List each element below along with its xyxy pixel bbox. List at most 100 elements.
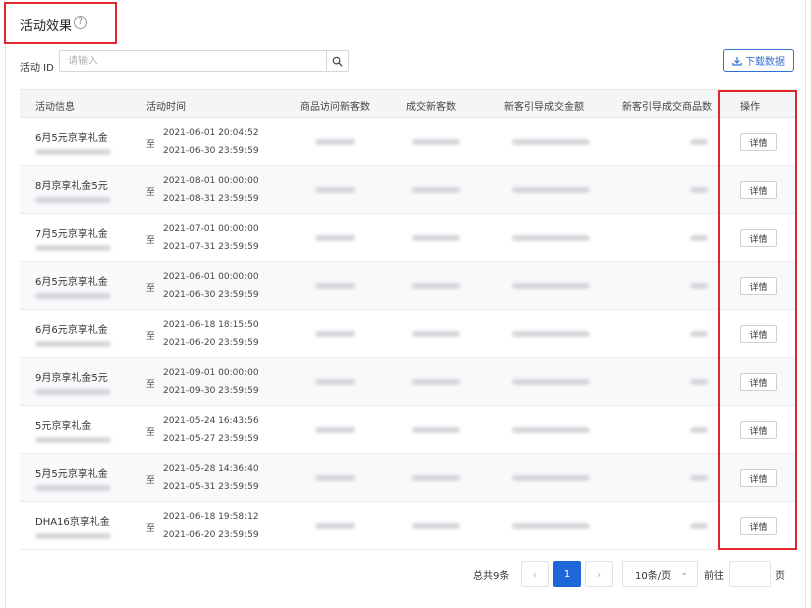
- help-icon[interactable]: ?: [74, 16, 87, 29]
- page-size-select[interactable]: 10条/页 ⌄: [622, 561, 698, 587]
- activity-name: 5月5元京享礼金: [35, 469, 108, 480]
- metric-redacted-1: [315, 283, 355, 289]
- activity-name: 6月6元京享礼金: [35, 325, 108, 336]
- activity-name: 7月5元京享礼金: [35, 229, 108, 240]
- activity-end-time: 2021-05-27 23:59:59: [163, 434, 259, 444]
- metric-redacted-3: [512, 523, 590, 529]
- metric-redacted-1: [315, 235, 355, 241]
- range-separator: 至: [146, 332, 156, 342]
- activity-id-redacted: [35, 293, 111, 299]
- activity-end-time: 2021-06-20 23:59:59: [163, 338, 259, 348]
- activity-id-redacted: [35, 485, 111, 491]
- table-row: 5元京享礼金至 2021-05-24 16:43:56 2021-05-27 23:…: [20, 406, 796, 454]
- activity-start-time: 2021-06-18 18:15:50: [163, 320, 259, 330]
- activity-end-time: 2021-07-31 23:59:59: [163, 242, 259, 252]
- table-row: 5月5元京享礼金至 2021-05-28 14:36:40 2021-05-31 2…: [20, 454, 796, 502]
- metric-redacted-2: [412, 331, 460, 337]
- range-separator: 至: [146, 188, 156, 198]
- range-separator: 至: [146, 284, 156, 294]
- pagination-next-button[interactable]: ›: [585, 561, 613, 587]
- pagination-page-current[interactable]: 1: [553, 561, 581, 587]
- metric-redacted-2: [412, 235, 460, 241]
- col-activity-info: 活动信息: [35, 102, 75, 113]
- page-size-value: 10条/页: [635, 570, 672, 582]
- metric-redacted-2: [412, 379, 460, 385]
- metric-redacted-4: [690, 523, 708, 529]
- range-separator: 至: [146, 524, 156, 534]
- search-icon: [332, 56, 343, 67]
- detail-button[interactable]: 详情: [740, 469, 777, 487]
- detail-button[interactable]: 详情: [740, 229, 777, 247]
- detail-button[interactable]: 详情: [740, 277, 777, 295]
- pagination-prev-button[interactable]: ‹: [521, 561, 549, 587]
- detail-button[interactable]: 详情: [740, 421, 777, 439]
- metric-redacted-3: [512, 139, 590, 145]
- metric-redacted-1: [315, 475, 355, 481]
- detail-button[interactable]: 详情: [740, 181, 777, 199]
- table-row: 6月5元京享礼金至 2021-06-01 00:00:00 2021-06-30 2…: [20, 262, 796, 310]
- activity-name: DHA16京享礼金: [35, 517, 110, 528]
- metric-redacted-1: [315, 187, 355, 193]
- chevron-down-icon: ⌄: [680, 568, 688, 578]
- goto-page-input[interactable]: [729, 561, 771, 587]
- detail-button[interactable]: 详情: [740, 373, 777, 391]
- metric-redacted-2: [412, 283, 460, 289]
- metric-redacted-4: [690, 475, 708, 481]
- table-row: 7月5元京享礼金至 2021-07-01 00:00:00 2021-07-31 2…: [20, 214, 796, 262]
- metric-redacted-4: [690, 235, 708, 241]
- activity-table: 活动信息 活动时间 商品访问新客数 成交新客数 新客引导成交金额 新客引导成交商…: [20, 89, 796, 550]
- metric-redacted-4: [690, 331, 708, 337]
- metric-redacted-3: [512, 283, 590, 289]
- range-separator: 至: [146, 236, 156, 246]
- activity-id-redacted: [35, 389, 111, 395]
- metric-redacted-2: [412, 475, 460, 481]
- activity-id-input[interactable]: [59, 50, 327, 72]
- table-header: 活动信息 活动时间 商品访问新客数 成交新客数 新客引导成交金额 新客引导成交商…: [20, 89, 796, 118]
- activity-end-time: 2021-08-31 23:59:59: [163, 194, 259, 204]
- pagination-total: 总共9条: [473, 571, 510, 582]
- download-button[interactable]: 下载数据: [723, 49, 794, 72]
- activity-id-redacted: [35, 341, 111, 347]
- metric-redacted-2: [412, 523, 460, 529]
- metric-redacted-1: [315, 379, 355, 385]
- col-activity-time: 活动时间: [146, 102, 186, 113]
- detail-button[interactable]: 详情: [740, 517, 777, 535]
- range-separator: 至: [146, 428, 156, 438]
- activity-start-time: 2021-07-01 00:00:00: [163, 224, 259, 234]
- col-new-customer-deal-items: 新客引导成交商品数: [622, 102, 712, 113]
- col-actions: 操作: [740, 102, 760, 113]
- search-button[interactable]: [326, 50, 349, 72]
- detail-button[interactable]: 详情: [740, 325, 777, 343]
- table-row: 8月京享礼金5元至 2021-08-01 00:00:00 2021-08-31 2…: [20, 166, 796, 214]
- metric-redacted-4: [690, 139, 708, 145]
- metric-redacted-1: [315, 331, 355, 337]
- goto-label: 前往: [704, 571, 724, 582]
- page-title: 活动效果: [20, 19, 73, 34]
- activity-name: 9月京享礼金5元: [35, 373, 108, 384]
- range-separator: 至: [146, 476, 156, 486]
- metric-redacted-3: [512, 235, 590, 241]
- activity-name: 8月京享礼金5元: [35, 181, 108, 192]
- metric-redacted-3: [512, 331, 590, 337]
- activity-end-time: 2021-06-20 23:59:59: [163, 530, 259, 540]
- detail-button[interactable]: 详情: [740, 133, 777, 151]
- activity-name: 5元京享礼金: [35, 421, 92, 432]
- activity-id-redacted: [35, 533, 111, 539]
- metric-redacted-2: [412, 427, 460, 433]
- activity-end-time: 2021-09-30 23:59:59: [163, 386, 259, 396]
- metric-redacted-1: [315, 139, 355, 145]
- metric-redacted-3: [512, 427, 590, 433]
- activity-end-time: 2021-06-30 23:59:59: [163, 146, 259, 156]
- activity-id-redacted: [35, 197, 111, 203]
- activity-name: 6月5元京享礼金: [35, 133, 108, 144]
- metric-redacted-4: [690, 379, 708, 385]
- metric-redacted-3: [512, 379, 590, 385]
- download-icon: [732, 56, 742, 66]
- metric-redacted-4: [690, 187, 708, 193]
- col-new-customer-deal-amount: 新客引导成交金额: [504, 102, 584, 113]
- activity-start-time: 2021-09-01 00:00:00: [163, 368, 259, 378]
- metric-redacted-3: [512, 187, 590, 193]
- metric-redacted-1: [315, 523, 355, 529]
- table-row: 6月6元京享礼金至 2021-06-18 18:15:50 2021-06-20 2…: [20, 310, 796, 358]
- activity-name: 6月5元京享礼金: [35, 277, 108, 288]
